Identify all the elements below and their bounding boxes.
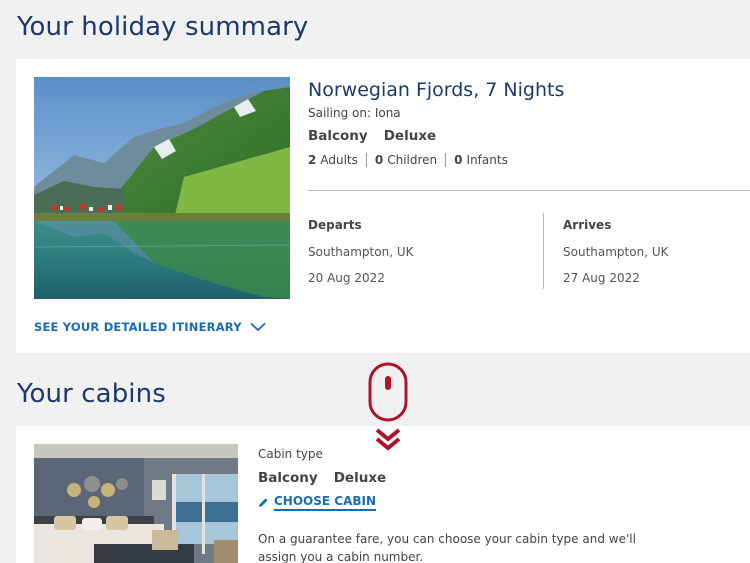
- choose-cabin-label: CHOOSE CABIN: [274, 494, 377, 511]
- children-label: Children: [387, 153, 438, 167]
- choose-cabin-button[interactable]: CHOOSE CABIN: [258, 494, 377, 511]
- guarantee-fare-note: On a guarantee fare, you can choose your…: [258, 532, 636, 563]
- departs-label: Departs: [308, 218, 362, 232]
- arrives-date: 27 Aug 2022: [563, 271, 640, 285]
- cabin-level: Deluxe: [333, 470, 387, 486]
- holiday-summary-heading: Your holiday summary: [17, 12, 309, 42]
- passenger-counts: 2 Adults 0 Children 0 Infants: [308, 153, 508, 167]
- cabin-grade: Balcony: [258, 470, 318, 486]
- infants-count: 0: [454, 153, 463, 167]
- cabin-type-value: Balcony Deluxe: [258, 470, 386, 486]
- sailing-ship: Sailing on: Iona: [308, 106, 401, 120]
- fjord-photo: [34, 77, 290, 299]
- see-itinerary-label: SEE YOUR DETAILED ITINERARY: [34, 320, 242, 334]
- mouse-scroll-icon: [368, 362, 408, 451]
- adults-count: 2: [308, 153, 317, 167]
- cabin-type-label: Cabin type: [258, 447, 323, 461]
- chevron-down-icon: [250, 322, 266, 332]
- departs-port: Southampton, UK: [308, 245, 414, 259]
- cabin-level: Deluxe: [383, 128, 437, 144]
- your-cabins-heading: Your cabins: [17, 379, 166, 409]
- infants-label: Infants: [466, 153, 508, 167]
- holiday-summary-card: Norwegian Fjords, 7 Nights Sailing on: I…: [16, 59, 750, 353]
- arrives-port: Southampton, UK: [563, 245, 669, 259]
- summary-divider: [308, 190, 750, 191]
- pencil-icon: [259, 498, 268, 507]
- children-count: 0: [374, 153, 384, 167]
- cabin-photo: [34, 444, 238, 563]
- cruise-title: Norwegian Fjords, 7 Nights: [308, 79, 565, 101]
- divider: [445, 153, 447, 167]
- see-itinerary-link[interactable]: SEE YOUR DETAILED ITINERARY: [34, 320, 266, 334]
- cabin-grade: Balcony: [308, 128, 368, 144]
- divider: [365, 153, 367, 167]
- departs-arrives-divider: [543, 213, 544, 289]
- summary-cabin-type: Balcony Deluxe: [308, 128, 436, 144]
- arrives-label: Arrives: [563, 218, 612, 232]
- departs-date: 20 Aug 2022: [308, 271, 385, 285]
- adults-label: Adults: [320, 153, 358, 167]
- page: Your holiday summary Norwegian Fjords, 7…: [0, 0, 750, 563]
- scroll-down-hint: [366, 362, 410, 458]
